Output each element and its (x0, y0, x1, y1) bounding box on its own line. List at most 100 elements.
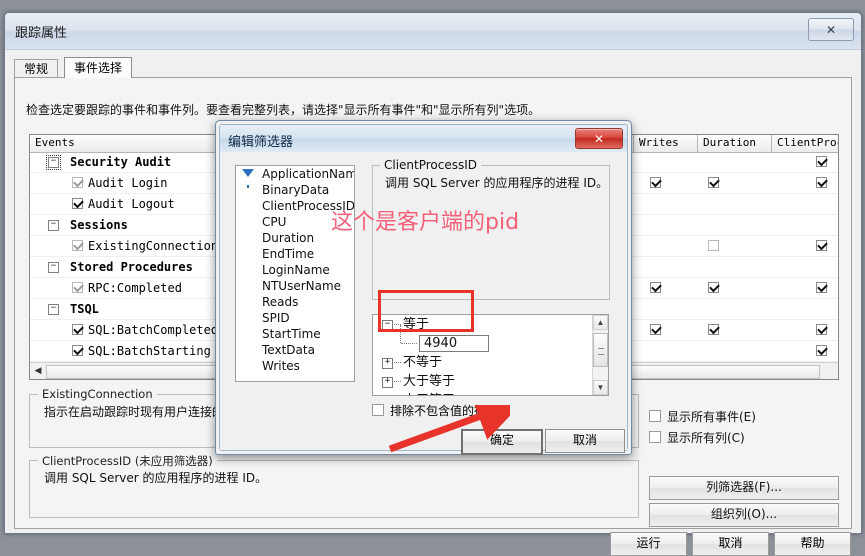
cancel-button[interactable]: 取消 (545, 429, 625, 453)
info-box-text: 指示在启动跟踪时现有用户连接的 (44, 405, 225, 419)
tree-node-label: 等于 (403, 317, 430, 332)
page-title: 跟踪属性 (15, 26, 68, 41)
row-label: Audit Logout (88, 197, 175, 211)
filter-column-list[interactable]: ApplicationName BinaryData ClientProcess… (235, 165, 355, 382)
checkbox-box[interactable] (372, 404, 384, 416)
list-item-label: StartTime (262, 327, 321, 341)
checkbox-event[interactable] (72, 198, 83, 209)
checkbox-clientprocessid[interactable] (816, 345, 827, 356)
tree-connector (401, 343, 417, 345)
column-header-duration[interactable]: Duration (698, 135, 772, 152)
column-header-clientprocessid[interactable]: ClientProc (772, 135, 838, 152)
expander-icon[interactable]: − (48, 220, 59, 231)
list-item[interactable]: ClientProcessID (236, 198, 354, 214)
checkbox-label: 显示所有事件(E) (667, 410, 756, 424)
tabstrip: 常规 事件选择 (14, 57, 852, 78)
checkbox-clientprocessid[interactable] (816, 282, 827, 293)
list-item-label: TextData (262, 343, 315, 357)
filter-value-input[interactable]: 4940 (419, 335, 489, 352)
dialog-group-title: ClientProcessID (380, 158, 482, 172)
list-item[interactable]: Reads (236, 294, 354, 310)
tab-event-selection[interactable]: 事件选择 (64, 57, 133, 78)
checkbox-clientprocessid[interactable] (816, 177, 827, 188)
checkbox-clientprocessid[interactable] (816, 324, 827, 335)
run-button[interactable]: 运行 (610, 532, 687, 556)
checkbox-writes[interactable] (650, 177, 661, 188)
list-item[interactable]: TextData (236, 342, 354, 358)
checkbox-event[interactable] (72, 240, 83, 251)
row-label: ExistingConnection (88, 239, 219, 253)
tree-node-equal-value[interactable]: 4940 (373, 325, 608, 353)
tree-connector (392, 381, 401, 383)
row-label: Security Audit (70, 155, 172, 169)
row-label: Audit Login (88, 176, 168, 190)
list-item-label: ClientProcessID (262, 199, 355, 213)
tree-node-not-equal[interactable]: + 不等于 (373, 353, 608, 372)
column-filters-button[interactable]: 列筛选器(F)... (649, 476, 839, 500)
ok-button[interactable]: 确定 (461, 429, 543, 455)
list-item-label: CPU (262, 215, 287, 229)
filter-condition-tree[interactable]: − 等于 4940 + 不等于 + 大于等于 ▲ ▼ (372, 314, 609, 396)
checkbox-writes[interactable] (650, 324, 661, 335)
list-item[interactable]: LoginName (236, 262, 354, 278)
tree-connector (392, 362, 401, 364)
tree-node-greater-equal[interactable]: + 大于等于 (373, 372, 608, 391)
row-label: SQL:BatchStarting (88, 344, 211, 358)
checkbox-duration[interactable] (708, 282, 719, 293)
checkbox-label: 显示所有列(C) (667, 431, 745, 445)
cancel-button[interactable]: 取消 (692, 532, 769, 556)
column-header-writes[interactable]: Writes (634, 135, 698, 152)
expander-icon[interactable]: − (48, 262, 59, 273)
checkbox-duration[interactable] (708, 177, 719, 188)
close-icon[interactable]: ✕ (808, 18, 854, 41)
checkbox-clientprocessid[interactable] (816, 156, 827, 167)
list-item-label: LoginName (262, 263, 330, 277)
list-item-label: SPID (262, 311, 290, 325)
list-item-label: EndTime (262, 247, 315, 261)
checkbox-event[interactable] (72, 345, 83, 356)
checkbox-box[interactable] (649, 410, 661, 422)
dialog-group-description: 调用 SQL Server 的应用程序的进程 ID。 (385, 176, 609, 190)
window-titlebar: 跟踪属性 ✕ (5, 13, 861, 50)
list-item[interactable]: StartTime (236, 326, 354, 342)
clientprocessid-info-box: ClientProcessID (未应用筛选器) 调用 SQL Server 的… (29, 453, 639, 518)
checkbox-box[interactable] (649, 431, 661, 443)
list-item[interactable]: Writes (236, 358, 354, 374)
tab-general[interactable]: 常规 (14, 59, 59, 78)
edit-filter-dialog: 编辑筛选器 ✕ ApplicationName BinaryData Clien… (215, 120, 632, 455)
help-button[interactable]: 帮助 (774, 532, 851, 556)
list-item[interactable]: EndTime (236, 246, 354, 262)
dialog-close-icon[interactable]: ✕ (575, 128, 623, 149)
row-label: Stored Procedures (70, 260, 193, 274)
list-item[interactable]: NTUserName (236, 278, 354, 294)
checkbox-duration[interactable] (708, 324, 719, 335)
list-item[interactable]: ApplicationName (236, 166, 355, 188)
scroll-down-icon[interactable]: ▼ (593, 380, 608, 395)
row-label: TSQL (70, 302, 99, 316)
list-item[interactable]: BinaryData (236, 182, 354, 198)
tree-vscrollbar[interactable]: ▲ ▼ (592, 315, 608, 395)
scroll-left-icon[interactable]: ◀ (31, 364, 45, 378)
list-item[interactable]: CPU (236, 214, 354, 230)
checkbox-event[interactable] (72, 177, 83, 188)
tree-node-less-equal[interactable]: + 小于等于 (373, 391, 608, 395)
checkbox-writes[interactable] (650, 282, 661, 293)
expander-icon[interactable]: − (48, 304, 59, 315)
expander-icon[interactable]: − (46, 155, 61, 170)
dialog-titlebar: 编辑筛选器 ✕ (220, 125, 627, 153)
checkbox-event[interactable] (72, 282, 83, 293)
vscroll-thumb[interactable] (593, 333, 608, 367)
tree-node-label: 不等于 (403, 355, 443, 370)
row-label: RPC:Completed (88, 281, 182, 295)
organize-columns-button[interactable]: 组织列(O)... (649, 503, 839, 527)
checkbox-event[interactable] (72, 324, 83, 335)
checkbox-clientprocessid[interactable] (816, 240, 827, 251)
list-item-label: ApplicationName (262, 167, 355, 181)
dialog-title: 编辑筛选器 (228, 135, 294, 150)
list-item[interactable]: Duration (236, 230, 354, 246)
dialog-body: ApplicationName BinaryData ClientProcess… (220, 152, 627, 455)
list-item[interactable]: SPID (236, 310, 354, 326)
scroll-up-icon[interactable]: ▲ (593, 315, 608, 330)
checkbox-duration[interactable] (708, 240, 719, 251)
tree-node-equal[interactable]: − 等于 (373, 315, 608, 334)
